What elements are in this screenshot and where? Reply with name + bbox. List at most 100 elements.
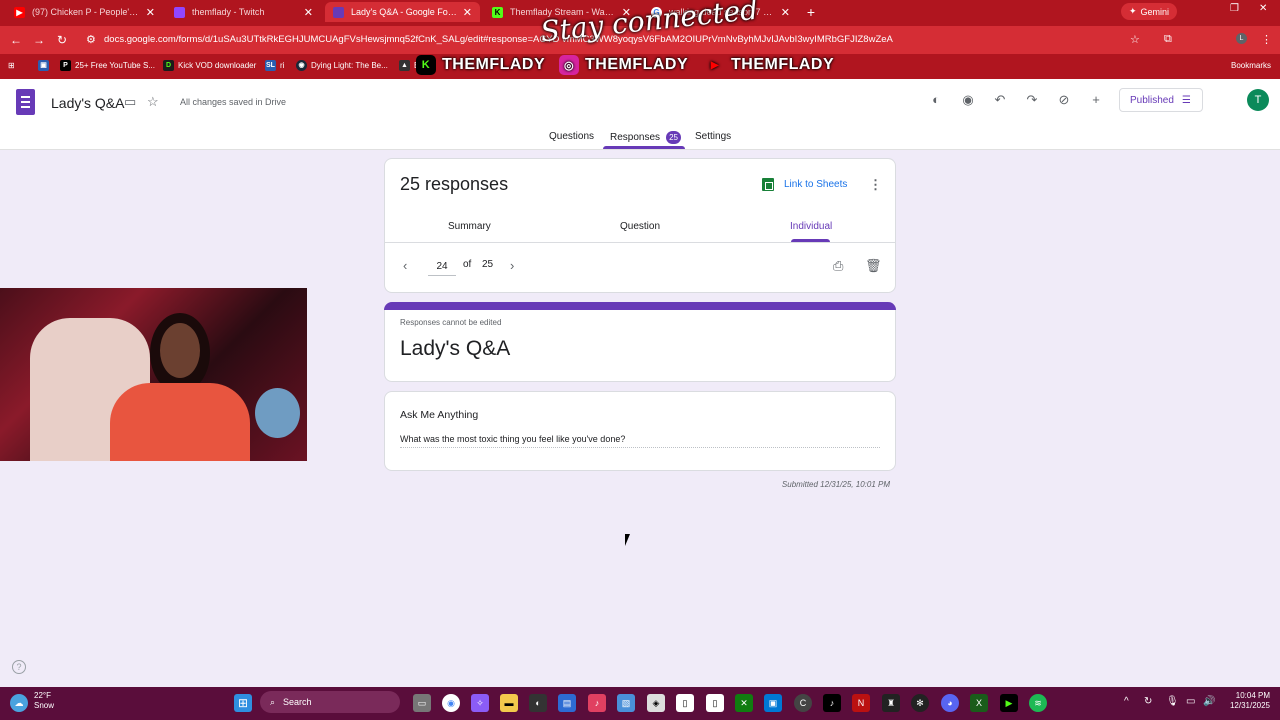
submitted-timestamp: Submitted 12/31/25, 10:01 PM (781, 480, 890, 489)
tab-questions[interactable]: Questions (549, 131, 594, 142)
xbox-icon[interactable]: ✕ (735, 694, 753, 712)
menu-icon[interactable]: ⋮ (1261, 33, 1272, 46)
file-explorer-icon[interactable]: ▬ (500, 694, 518, 712)
tab-settings[interactable]: Settings (695, 131, 731, 142)
windows-start-icon[interactable]: ⊞ (234, 694, 252, 712)
bookmark-0[interactable]: P 25+ Free YouTube S... (60, 58, 155, 72)
add-collaborator-icon[interactable]: + (1087, 91, 1105, 109)
extensions-icon[interactable]: ⧉ (1164, 33, 1172, 46)
close-icon[interactable]: ✕ (781, 6, 790, 19)
palette-icon[interactable]: ◐ (927, 91, 945, 109)
star-icon[interactable]: ☆ (147, 94, 159, 110)
microphone-icon[interactable]: 🎙 (1166, 696, 1179, 707)
network-icon[interactable]: ▭ (1186, 696, 1195, 707)
pager-total: 25 (482, 259, 494, 270)
tab-title: (97) Chicken P - People's Favor (32, 7, 140, 17)
subtab-question[interactable]: Question (620, 221, 660, 232)
tray-chevron-icon[interactable]: ^ (1124, 696, 1129, 707)
profile-icon[interactable]: L (1236, 33, 1247, 44)
read-only-note: Responses cannot be edited (400, 318, 502, 327)
previous-response-icon[interactable]: ‹ (403, 258, 407, 273)
close-window-icon[interactable]: ✕ (1259, 3, 1267, 14)
bookmark-2[interactable]: SL ri (265, 58, 284, 72)
capture-icon[interactable]: ▣ (764, 694, 782, 712)
folder-icon[interactable]: ▭ (124, 94, 136, 110)
close-icon[interactable]: ✕ (463, 6, 472, 19)
link-to-sheets-button[interactable]: Link to Sheets (762, 178, 847, 191)
gallery-icon[interactable]: ◈ (647, 694, 665, 712)
spotify-icon[interactable]: ≋ (1029, 694, 1047, 712)
file-icon[interactable]: ▯ (706, 694, 724, 712)
published-button[interactable]: Published ☰ (1119, 88, 1203, 112)
close-icon[interactable]: ✕ (146, 6, 155, 19)
obs-icon[interactable]: ◐ (529, 694, 547, 712)
bookmark-label: Kick VOD downloader (178, 60, 257, 70)
redo-icon[interactable]: ↷ (1023, 91, 1041, 109)
bookmark-1[interactable]: D Kick VOD downloader (163, 58, 256, 72)
bookmark-icon: ▲ (399, 59, 410, 71)
ccleaner-icon[interactable]: C (794, 694, 812, 712)
bookmark-3[interactable]: ◉ Dying Light: The Be... (296, 58, 388, 72)
all-bookmarks[interactable]: Bookmarks (1231, 58, 1271, 72)
browser-tab-2[interactable]: Lady's Q&A - Google Forms ✕ (325, 2, 480, 22)
tab-responses[interactable]: Responses 25 (610, 131, 682, 144)
tab-title: themflady - Twitch (192, 7, 265, 17)
active-tab-indicator (603, 146, 685, 149)
preview-eye-icon[interactable]: ◉ (959, 91, 977, 109)
bookmark-star-icon[interactable]: ☆ (1130, 33, 1140, 46)
next-response-icon[interactable]: › (510, 258, 514, 273)
task-view-icon[interactable]: ▭ (413, 694, 431, 712)
divider (384, 242, 896, 243)
undo-icon[interactable]: ↶ (991, 91, 1009, 109)
delete-icon[interactable]: 🗑 (865, 258, 882, 274)
restore-icon[interactable]: ❐ (1230, 3, 1239, 14)
print-icon[interactable]: ⎙ (833, 258, 843, 274)
photos-icon[interactable]: ▧ (617, 694, 635, 712)
shirt-shape (110, 383, 250, 461)
discord-icon[interactable]: ◕ (941, 694, 959, 712)
forward-icon[interactable]: → (33, 33, 45, 47)
volume-icon[interactable]: 🔊 (1203, 696, 1215, 707)
sync-icon[interactable]: ↻ (1144, 696, 1152, 707)
tab-responses-label: Responses (610, 132, 661, 143)
tiktok-icon[interactable]: ♪ (823, 694, 841, 712)
excel-icon[interactable]: X (970, 694, 988, 712)
copilot-icon[interactable]: ✧ (471, 694, 489, 712)
document-icon[interactable]: ▯ (676, 694, 694, 712)
taskbar-clock[interactable]: 10:04 PM 12/31/2025 (1222, 691, 1270, 711)
bookmark-label: Dying Light: The Be... (311, 60, 388, 70)
subtab-individual[interactable]: Individual (790, 221, 832, 232)
new-tab-button[interactable]: + (803, 4, 819, 20)
steelseries-icon[interactable]: ✻ (911, 694, 929, 712)
taskbar-search[interactable]: ⌕ Search (260, 691, 400, 713)
netflix-icon[interactable]: N (852, 694, 870, 712)
overlay-handle: THEMFLADY (585, 56, 689, 73)
help-icon[interactable]: ? (12, 660, 26, 674)
google-forms-logo-icon[interactable] (16, 89, 35, 115)
form-title[interactable]: Lady's Q&A (51, 95, 125, 111)
stream-overlay-youtube: ▶ THEMFLADY (705, 55, 834, 75)
reload-icon[interactable]: ↻ (57, 33, 67, 47)
browser-tab-1[interactable]: themflady - Twitch ✕ (166, 2, 321, 22)
subtab-summary[interactable]: Summary (448, 221, 491, 232)
music-icon[interactable]: ♪ (588, 694, 606, 712)
weather-icon[interactable]: ☁ (10, 694, 28, 712)
response-number-input[interactable]: 24 (428, 258, 456, 276)
webcam-overlay (0, 288, 307, 461)
weather-widget[interactable]: 22°F Snow (34, 691, 54, 711)
back-icon[interactable]: ← (10, 33, 22, 47)
apps-icon[interactable]: ⊞ (8, 58, 15, 72)
gemini-button[interactable]: ✦ Gemini (1121, 3, 1177, 20)
site-info-icon[interactable]: ⚙ (86, 33, 96, 46)
store-icon[interactable]: ▤ (558, 694, 576, 712)
bookmark-flag-icon[interactable]: ▣ (38, 58, 53, 72)
chrome-icon[interactable]: ◉ (442, 694, 460, 712)
more-options-icon[interactable]: ⋮ (869, 177, 882, 193)
close-icon[interactable]: ✕ (304, 6, 313, 19)
browser-tab-0[interactable]: ▶ (97) Chicken P - People's Favor ✕ (6, 2, 163, 22)
app-icon[interactable]: ♜ (882, 694, 900, 712)
url-field[interactable]: docs.google.com/forms/d/1uSAu3UTtkRkEGHJ… (104, 34, 893, 45)
link-icon[interactable]: ⊘ (1055, 91, 1073, 109)
avatar[interactable]: T (1247, 89, 1269, 111)
kick-app-icon[interactable]: ▶ (1000, 694, 1018, 712)
